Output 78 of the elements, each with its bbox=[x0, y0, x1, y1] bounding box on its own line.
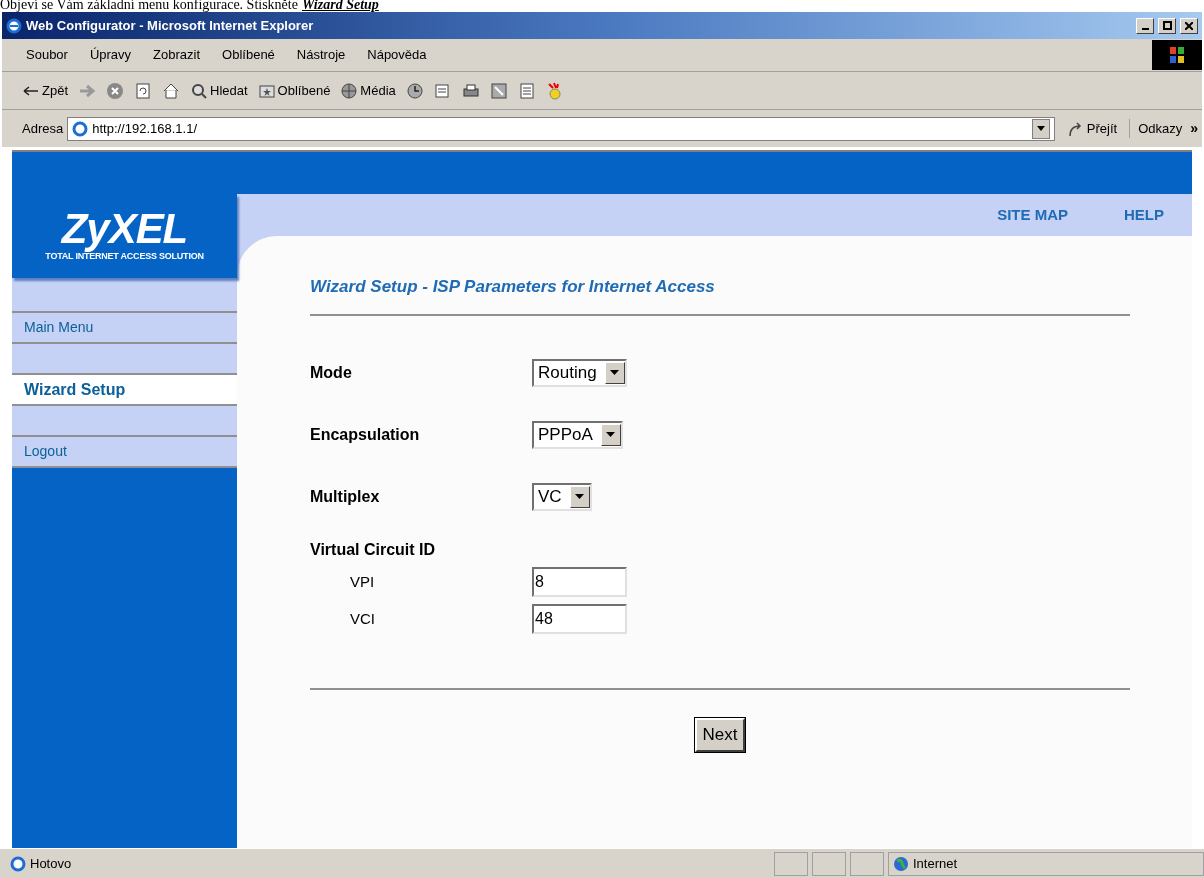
refresh-button[interactable] bbox=[134, 81, 152, 100]
dropdown-field[interactable]: Routing bbox=[532, 358, 627, 387]
printer-icon bbox=[461, 81, 480, 100]
printer-button[interactable] bbox=[461, 81, 480, 100]
document-button[interactable] bbox=[517, 81, 536, 100]
field-label: Encapsulation bbox=[310, 424, 421, 445]
toolbar-button[interactable]: Oblíbené bbox=[257, 80, 331, 101]
menu-item[interactable]: Zobrazit bbox=[153, 45, 201, 65]
minimize-button[interactable] bbox=[1136, 17, 1154, 34]
clock-icon bbox=[405, 81, 424, 100]
caret-icon bbox=[1036, 126, 1045, 131]
stop-icon bbox=[106, 81, 124, 100]
field-label: VCI bbox=[349, 608, 376, 629]
globe-icon bbox=[340, 81, 359, 100]
dropdown-arrow-button[interactable] bbox=[604, 361, 625, 384]
clock-button[interactable] bbox=[405, 81, 424, 100]
status-text: Hotovo bbox=[30, 854, 73, 873]
magnifier-icon bbox=[190, 81, 208, 100]
menu-item[interactable]: Oblíbené bbox=[222, 45, 275, 65]
brand-logo: ZyXEL bbox=[61, 208, 188, 251]
brand-tagline: TOTAL INTERNET ACCESS SOLUTION bbox=[45, 251, 204, 264]
window-title: Web Configurator - Microsoft Internet Explorer bbox=[26, 16, 315, 35]
window-edit-icon bbox=[489, 81, 508, 100]
input-field[interactable]: 8 bbox=[532, 567, 627, 597]
address-url: http://192.168.1.1/ bbox=[92, 119, 198, 138]
menu-item[interactable]: Úpravy bbox=[89, 45, 132, 65]
window-edit-button[interactable] bbox=[489, 81, 508, 100]
header-link[interactable]: SITE MAP bbox=[997, 203, 1068, 227]
menu-item[interactable]: Nástroje bbox=[296, 45, 346, 65]
address-label: Adresa bbox=[22, 119, 64, 138]
caption-text: Objeví se Vám základní menu konfigurace. Stiskněte bbox=[0, 0, 298, 12]
home-button[interactable] bbox=[162, 81, 180, 100]
envelope-icon bbox=[433, 81, 452, 100]
field-label: VPI bbox=[349, 571, 376, 592]
dropdown-field[interactable]: PPPoA bbox=[532, 420, 623, 449]
toolbar-button[interactable]: Zpět bbox=[22, 80, 68, 101]
chevron-button[interactable]: » bbox=[1186, 118, 1198, 139]
zone-text: Internet bbox=[913, 854, 958, 873]
stop-button[interactable] bbox=[106, 81, 124, 100]
status-pane bbox=[774, 851, 808, 876]
menu-item[interactable]: Soubor bbox=[26, 45, 68, 65]
caret-icon bbox=[610, 370, 620, 375]
toolbar-button[interactable]: Hledat bbox=[190, 80, 248, 101]
home-icon bbox=[162, 81, 180, 100]
group-label: Virtual Circuit ID bbox=[310, 539, 436, 560]
field-label: Multiplex bbox=[310, 486, 381, 507]
curved-arrow-icon bbox=[1066, 120, 1083, 137]
page-heading: Wizard Setup - ISP Parameters for Internet Access bbox=[310, 274, 1130, 316]
windows-logo-icon bbox=[1152, 40, 1202, 70]
envelope-button[interactable] bbox=[433, 81, 452, 100]
maximize-button[interactable] bbox=[1158, 17, 1176, 34]
globe-icon bbox=[893, 855, 909, 872]
header-link[interactable]: HELP bbox=[1124, 203, 1164, 227]
links-button[interactable]: Odkazy bbox=[1129, 118, 1183, 139]
dropdown-arrow-button[interactable] bbox=[569, 485, 590, 508]
status-pane bbox=[850, 851, 884, 876]
caption-link[interactable]: Wizard Setup bbox=[301, 0, 379, 12]
dropdown-button[interactable] bbox=[1031, 118, 1050, 139]
caret-icon bbox=[606, 432, 616, 437]
input-field[interactable]: 48 bbox=[532, 604, 627, 634]
browser-logo-icon bbox=[6, 17, 22, 34]
dropdown-field[interactable]: VC bbox=[532, 482, 592, 511]
close-button[interactable] bbox=[1180, 17, 1198, 34]
document-icon bbox=[517, 81, 536, 100]
toolbar-button[interactable]: Média bbox=[340, 80, 396, 101]
next-button[interactable]: Next bbox=[694, 717, 746, 752]
minimize-icon bbox=[1141, 27, 1149, 30]
dropdown-arrow-button[interactable] bbox=[600, 423, 621, 446]
menu-item[interactable]: Nápověda bbox=[367, 45, 427, 65]
status-pane bbox=[812, 851, 846, 876]
close-icon bbox=[1185, 21, 1193, 30]
sidebar-item[interactable]: Wizard Setup bbox=[12, 375, 237, 406]
maximize-icon bbox=[1162, 21, 1172, 30]
go-button[interactable]: Přejít bbox=[1058, 118, 1126, 139]
refresh-icon bbox=[134, 81, 152, 100]
caret-icon bbox=[575, 494, 585, 499]
address-field[interactable]: http://192.168.1.1/ bbox=[67, 116, 1055, 141]
field-label: Mode bbox=[310, 362, 353, 383]
